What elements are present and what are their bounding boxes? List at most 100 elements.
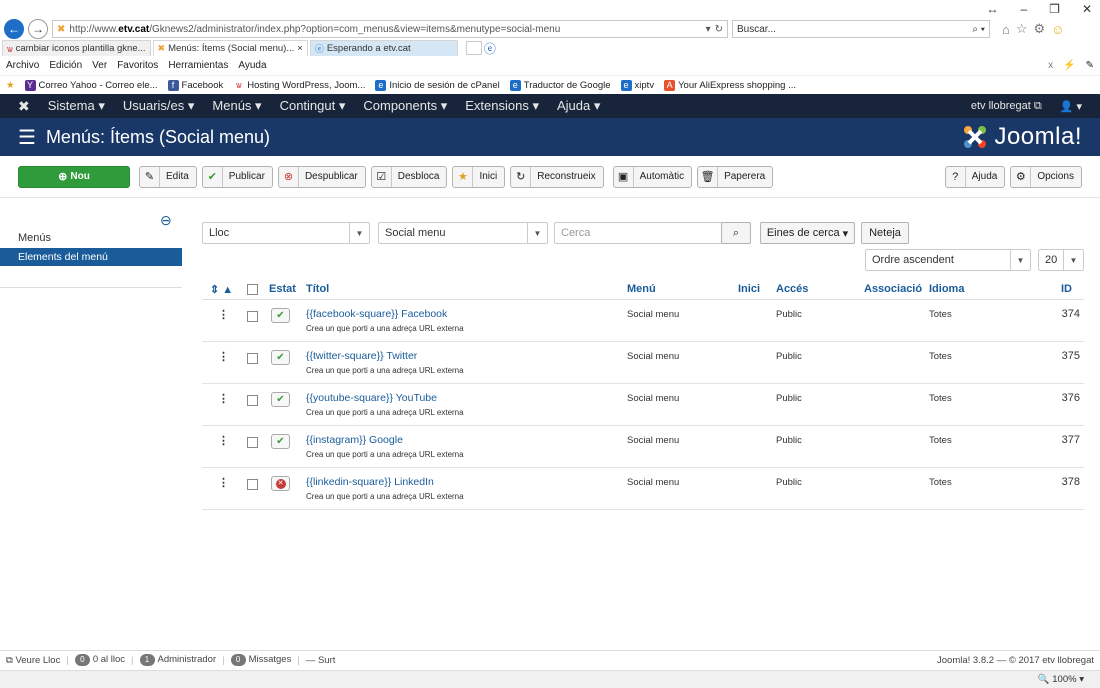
limit-select[interactable]: 20 ▼ xyxy=(1038,249,1084,271)
bookmark-facebook[interactable]: f Facebook xyxy=(167,79,223,91)
trash-button[interactable]: 🗑 Paperera xyxy=(697,165,774,188)
search-button[interactable]: ⌕ xyxy=(721,222,751,244)
menu-ver[interactable]: Ver xyxy=(92,60,107,71)
view-site-link[interactable]: ⧉ Veure Lloc xyxy=(6,655,60,666)
col-home[interactable]: Inici xyxy=(738,283,760,295)
nav-ajuda[interactable]: Ajuda ▾ xyxy=(557,98,600,114)
menu-edicion[interactable]: Edición xyxy=(49,60,82,71)
resize-icon[interactable]: ↔ xyxy=(986,2,998,16)
dropdown-icon[interactable]: ▾ xyxy=(706,24,711,35)
collapse-sidebar-icon[interactable]: ⊖ xyxy=(160,212,172,229)
menu-favoritos[interactable]: Favoritos xyxy=(117,60,158,71)
item-title-link[interactable]: {{linkedin-square}} LinkedIn xyxy=(306,476,434,488)
bookmark-aliexpress[interactable]: A Your AliExpress shopping ... xyxy=(664,79,796,91)
browser-search-input[interactable]: Buscar... ⌕ ▾ xyxy=(732,20,990,38)
sidebar-item-elements[interactable]: Elements del menú xyxy=(0,248,182,266)
zoom-control[interactable]: 🔍 100% ▾ xyxy=(1038,674,1084,685)
bookmark-hosting[interactable]: ѡ Hosting WordPress, Joom... xyxy=(233,79,365,91)
search-icon[interactable]: ⌕ ▾ xyxy=(972,24,985,35)
item-title-link[interactable]: {{youtube-square}} YouTube xyxy=(306,392,437,404)
tools-icon[interactable]: ✎ xyxy=(1086,60,1094,71)
maximize-button[interactable]: ❐ xyxy=(1049,2,1060,16)
item-title-link[interactable]: {{instagram}} Google xyxy=(306,434,403,446)
tab-loading[interactable]: ⓔ Esperando a etv.cat xyxy=(309,40,458,56)
nav-extensions[interactable]: Extensions ▾ xyxy=(465,98,539,114)
publish-button[interactable]: ✔ Publicar xyxy=(201,165,273,188)
drag-handle-icon[interactable]: ⋮ xyxy=(218,350,229,363)
nav-sistema[interactable]: Sistema ▾ xyxy=(48,98,105,114)
menu-herramientas[interactable]: Herramientas xyxy=(168,60,228,71)
smiley-icon[interactable]: ☺ xyxy=(1051,22,1064,37)
bookmark-cpanel[interactable]: e Inicio de sesión de cPanel xyxy=(375,79,500,91)
admins-status[interactable]: 1 Administrador xyxy=(139,654,216,666)
translate-icon[interactable]: ⚡ xyxy=(1063,60,1075,71)
logout-link[interactable]: — Surt xyxy=(306,655,336,666)
menu-select[interactable]: Social menu ▼ xyxy=(378,222,548,244)
refresh-icon[interactable]: ↻ xyxy=(715,24,723,35)
home-icon[interactable]: ⌂ xyxy=(1002,22,1010,37)
checkin-button[interactable]: ☑ Desbloca xyxy=(370,165,448,188)
back-button[interactable]: ← xyxy=(4,19,24,39)
bookmark-xiptv[interactable]: e xiptv xyxy=(620,79,654,91)
nav-menus[interactable]: Menús ▾ xyxy=(212,98,261,114)
new-tab-button[interactable] xyxy=(465,41,482,55)
drag-handle-icon[interactable]: ⋮ xyxy=(218,392,229,405)
row-checkbox[interactable] xyxy=(247,395,258,406)
messages-status[interactable]: 0 Missatges xyxy=(230,654,291,666)
select-all-checkbox[interactable] xyxy=(247,284,258,295)
item-title-link[interactable]: {{twitter-square}} Twitter xyxy=(306,350,417,362)
star-icon[interactable]: ☆ xyxy=(1016,21,1028,37)
col-id[interactable]: ID xyxy=(1061,283,1072,295)
status-toggle[interactable]: ✔ xyxy=(271,392,290,407)
order-select[interactable]: Ordre ascendent ▼ xyxy=(865,249,1031,271)
visitors-status[interactable]: 00 al lloc xyxy=(74,654,125,666)
help-button[interactable]: ? Ajuda xyxy=(944,165,1006,188)
drag-handle-icon[interactable]: ⋮ xyxy=(218,308,229,321)
status-toggle[interactable]: ✔ xyxy=(271,350,290,365)
col-status[interactable]: Estat xyxy=(269,283,296,295)
nav-contingut[interactable]: Contingut ▾ xyxy=(280,98,346,114)
menu-archivo[interactable]: Archivo xyxy=(6,60,39,71)
sort-icon[interactable]: ⇕ ▲ xyxy=(210,283,233,296)
row-checkbox[interactable] xyxy=(247,437,258,448)
status-toggle[interactable]: ✔ xyxy=(271,308,290,323)
automatic-button[interactable]: ▣ Automàtic xyxy=(612,165,693,188)
joomla-nav-icon[interactable]: ✖ xyxy=(18,98,30,115)
search-input[interactable]: Cerca xyxy=(554,222,722,244)
tab-gknews[interactable]: ѡ cambiar iconos plantilla gkne... xyxy=(2,40,151,56)
rebuild-button[interactable]: ↻ Reconstrueix xyxy=(510,165,604,188)
col-menu[interactable]: Menú xyxy=(627,283,656,295)
clear-button[interactable]: Neteja xyxy=(861,222,909,244)
gear-icon[interactable]: ⚙ xyxy=(1034,21,1046,37)
row-checkbox[interactable] xyxy=(247,311,258,322)
close-tab-icon[interactable]: × xyxy=(297,43,303,54)
item-title-link[interactable]: {{facebook-square}} Facebook xyxy=(306,308,447,320)
minimize-button[interactable]: – xyxy=(1020,2,1027,16)
search-tools-button[interactable]: Eines de cerca ▾ xyxy=(760,222,855,244)
drag-handle-icon[interactable]: ⋮ xyxy=(218,476,229,489)
forward-button[interactable]: → xyxy=(28,19,48,39)
close-window-button[interactable]: ✕ xyxy=(1082,2,1092,16)
tab-menus[interactable]: ✖ Menús: Ítems (Social menu)... × xyxy=(152,40,308,56)
site-link[interactable]: etv llobregat ⧉ xyxy=(971,100,1042,113)
drag-handle-icon[interactable]: ⋮ xyxy=(218,434,229,447)
close-bar-icon[interactable]: x xyxy=(1048,60,1053,71)
row-checkbox[interactable] xyxy=(247,353,258,364)
home-button[interactable]: ★ Inici xyxy=(452,165,506,188)
bookmark-yahoo[interactable]: Y Correo Yahoo - Correo ele... xyxy=(24,79,158,91)
status-toggle[interactable]: ✕ xyxy=(271,476,290,491)
options-button[interactable]: ⚙ Opcions xyxy=(1010,165,1082,188)
sidebar-heading[interactable]: Menús xyxy=(18,232,51,244)
bookmark-translate[interactable]: e Traductor de Google xyxy=(509,79,611,91)
col-language[interactable]: Idioma xyxy=(929,283,964,295)
col-title[interactable]: Títol xyxy=(306,283,329,295)
row-checkbox[interactable] xyxy=(247,479,258,490)
status-toggle[interactable]: ✔ xyxy=(271,434,290,449)
edit-button[interactable]: ✎ Edita xyxy=(139,165,197,188)
unpublish-button[interactable]: ⊗ Despublicar xyxy=(277,165,366,188)
nav-components[interactable]: Components ▾ xyxy=(363,98,447,114)
address-bar[interactable]: ✖ http://www.etv.cat/Gknews2/administrat… xyxy=(52,20,728,38)
user-menu-icon[interactable]: 👤 ▾ xyxy=(1060,100,1082,113)
menu-ayuda[interactable]: Ayuda xyxy=(238,60,266,71)
col-association[interactable]: Associació xyxy=(864,283,922,295)
